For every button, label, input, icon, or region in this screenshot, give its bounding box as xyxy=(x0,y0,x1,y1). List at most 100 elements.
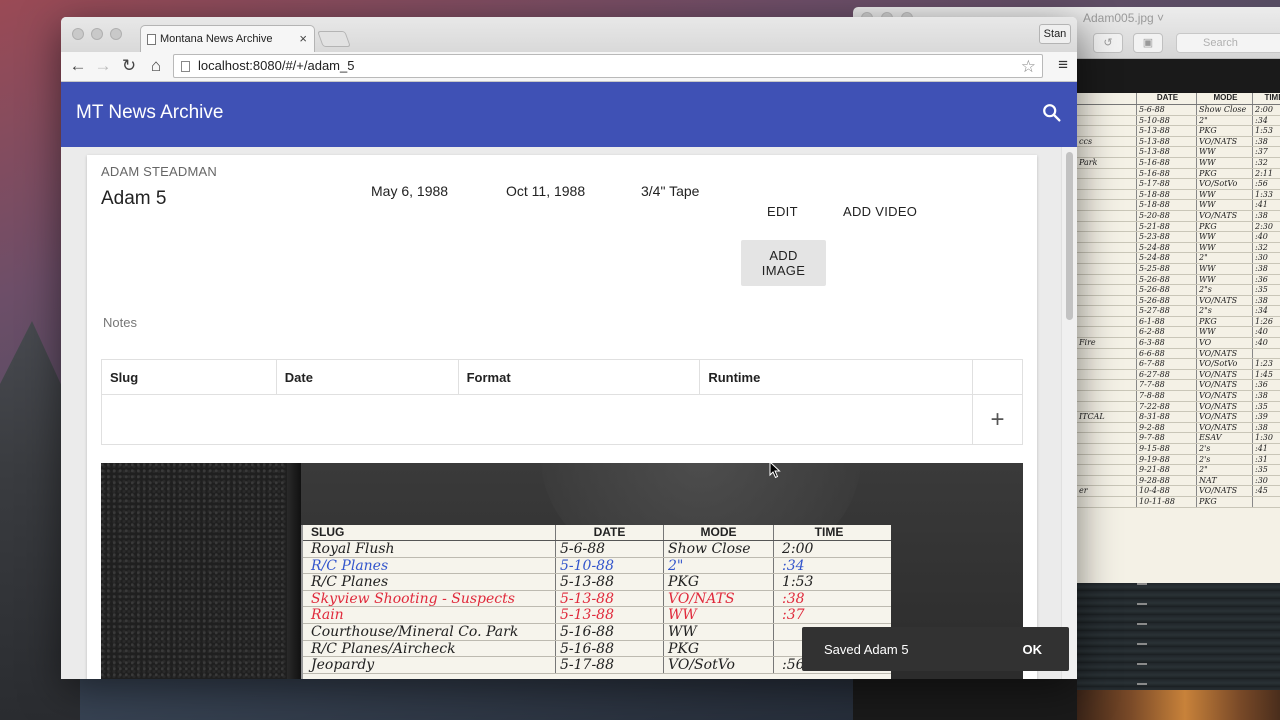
column-header-format[interactable]: Format xyxy=(457,359,701,395)
preview-log-row: 5-26-88 WW:36 xyxy=(1077,274,1280,286)
column-header-slug[interactable]: Slug xyxy=(101,359,277,395)
collection-start-date: May 6, 1988 xyxy=(371,183,449,199)
preview-search-field[interactable]: Search xyxy=(1176,33,1280,53)
label-cell-date: 5-10-88 xyxy=(556,557,664,574)
preview-cell-time: :31 xyxy=(1255,454,1268,464)
zoom-window-dot[interactable] xyxy=(110,28,122,40)
preview-cell-time: :41 xyxy=(1255,444,1268,453)
tab-close-icon[interactable]: × xyxy=(299,31,307,46)
preview-cell-date: 5-13-88 xyxy=(1137,147,1197,157)
scrollbar[interactable] xyxy=(1061,147,1077,679)
back-arrow-icon[interactable]: ← xyxy=(67,56,89,76)
column-header-runtime[interactable]: Runtime xyxy=(699,359,974,395)
table-header-row: Slug Date Format Runtime xyxy=(101,359,1023,395)
preview-log-row: 5-10-88 2":34 xyxy=(1077,115,1280,127)
add-image-button[interactable]: ADD IMAGE xyxy=(741,240,826,286)
preview-cell-date: 5-10-88 xyxy=(1137,115,1197,126)
preview-cell-date: 7-7-88 xyxy=(1137,380,1197,391)
add-episode-button[interactable]: + xyxy=(972,394,1023,445)
preview-log-row: 5-24-88 2":30 xyxy=(1077,253,1280,264)
preview-cell-mode: VO/NATS xyxy=(1197,412,1253,422)
preview-cell-mode: 2" xyxy=(1197,465,1253,475)
profile-button[interactable]: Stan xyxy=(1039,24,1071,44)
preview-cell-slug xyxy=(1077,126,1137,136)
preview-title: Adam005.jpg ˅ xyxy=(1083,11,1165,25)
column-header-date[interactable]: Date xyxy=(275,359,459,395)
edit-button[interactable]: EDIT xyxy=(757,196,808,227)
preview-log-row: 9-2-88 VO/NATS:38 xyxy=(1077,422,1280,434)
label-cell-mode: WW xyxy=(664,607,774,623)
preview-cell-slug xyxy=(1077,232,1137,242)
page-icon xyxy=(181,61,190,72)
app-title[interactable]: MT News Archive xyxy=(76,102,223,124)
preview-cell-time: :34 xyxy=(1255,115,1268,125)
snackbar: Saved Adam 5 OK xyxy=(802,627,1069,671)
label-log-row: R/C Planes 5-13-88 PKG 1:53 xyxy=(303,574,891,591)
preview-cell-date: 5-23-88 xyxy=(1137,232,1197,242)
preview-log-row: 5-26-88 VO/NATS:38 xyxy=(1077,295,1280,307)
preview-cell-date: 9-15-88 xyxy=(1137,444,1197,454)
preview-cell-mode: WW xyxy=(1197,232,1253,242)
preview-cell-time: 1:53 xyxy=(1255,126,1273,136)
label-header-mode: MODE xyxy=(664,525,774,540)
preview-cell-slug xyxy=(1077,147,1137,157)
preview-cell-time: 1:45 xyxy=(1255,369,1273,379)
url-text[interactable]: localhost:8080/#/+/adam_5 xyxy=(198,58,354,73)
add-video-button[interactable]: ADD VIDEO xyxy=(833,196,927,227)
preview-cell-slug xyxy=(1077,179,1137,189)
preview-tape-label: DATEMODETIME 5-6-88Show Close2:005-10-88… xyxy=(1077,93,1280,583)
preview-cell-date: 5-17-88 xyxy=(1137,179,1197,189)
preview-log-row: 6-1-88 PKG 1:26 xyxy=(1077,316,1280,328)
address-bar[interactable]: localhost:8080/#/+/adam_5 ☆ xyxy=(173,54,1043,78)
preview-cell-time: :35 xyxy=(1255,285,1268,295)
preview-cell-date: 5-26-88 xyxy=(1137,274,1197,285)
preview-log-row: 9-7-88 ESAV 1:30 xyxy=(1077,433,1280,444)
browser-menu-icon[interactable]: ≡ xyxy=(1058,55,1068,75)
snackbar-ok-button[interactable]: OK xyxy=(1023,642,1043,657)
preview-log-row: 6-7-88 VO/SotVo 1:23 xyxy=(1077,359,1280,370)
label-cell-time: 2:00 xyxy=(782,541,814,557)
toolbox-icon[interactable]: ▣ xyxy=(1133,33,1163,53)
label-cell-slug: Jeopardy xyxy=(303,657,556,673)
preview-cell-time: :45 xyxy=(1255,486,1268,496)
browser-tab[interactable]: Montana News Archive × xyxy=(140,25,315,52)
bookmark-star-icon[interactable]: ☆ xyxy=(1021,56,1036,78)
label-cell-slug: Courthouse/Mineral Co. Park xyxy=(303,623,556,640)
tab-title: Montana News Archive xyxy=(160,33,273,45)
preview-cell-slug xyxy=(1077,242,1137,253)
browser-toolbar: ← → ↻ ⌂ localhost:8080/#/+/adam_5 ☆ ≡ xyxy=(61,52,1077,82)
minimize-window-dot[interactable] xyxy=(91,28,103,40)
preview-cell-slug: er xyxy=(1077,486,1137,496)
home-icon[interactable]: ⌂ xyxy=(145,56,167,76)
preview-cell-time xyxy=(1253,497,1280,507)
preview-log-row: 5-13-88 WW:37 xyxy=(1077,147,1280,158)
preview-cell-slug xyxy=(1077,221,1137,232)
rotate-icon[interactable]: ↺ xyxy=(1093,33,1123,53)
preview-log-row: 7-7-88 VO/NATS:36 xyxy=(1077,380,1280,392)
new-tab-button[interactable] xyxy=(317,31,351,47)
preview-log-row: 5-18-88 WW:41 xyxy=(1077,200,1280,211)
reload-icon[interactable]: ↻ xyxy=(118,56,140,76)
search-icon[interactable] xyxy=(1041,102,1063,124)
forward-arrow-icon[interactable]: → xyxy=(92,56,114,76)
preview-cell-date: 9-28-88 xyxy=(1137,475,1197,486)
preview-log-row: 6-27-88 VO/NATS 1:45 xyxy=(1077,369,1280,381)
close-window-dot[interactable] xyxy=(72,28,84,40)
preview-cell-date: 5-21-88 xyxy=(1137,221,1197,232)
preview-cell-mode: WW xyxy=(1197,189,1253,200)
browser-window: Montana News Archive × Stan ← → ↻ ⌂ loca… xyxy=(61,17,1077,679)
preview-log-row: 10-11-88 PKG xyxy=(1077,496,1280,508)
preview-cell-mode: WW xyxy=(1197,147,1253,157)
tape-reflection xyxy=(1077,690,1280,720)
preview-cell-date: 7-8-88 xyxy=(1137,391,1197,401)
window-traffic-lights[interactable] xyxy=(72,28,122,40)
preview-cell-mode: VO/NATS xyxy=(1197,348,1253,359)
preview-cell-slug xyxy=(1077,168,1137,179)
preview-cell-time: 2:30 xyxy=(1255,221,1273,231)
preview-cell-mode: 2" xyxy=(1197,115,1253,126)
scrollbar-thumb[interactable] xyxy=(1066,152,1073,320)
label-cell-slug: R/C Planes xyxy=(303,557,556,574)
label-cell-date: 5-16-88 xyxy=(556,623,664,640)
mouse-cursor-icon xyxy=(769,461,781,479)
preview-cell-date: 8-31-88 xyxy=(1137,412,1197,422)
